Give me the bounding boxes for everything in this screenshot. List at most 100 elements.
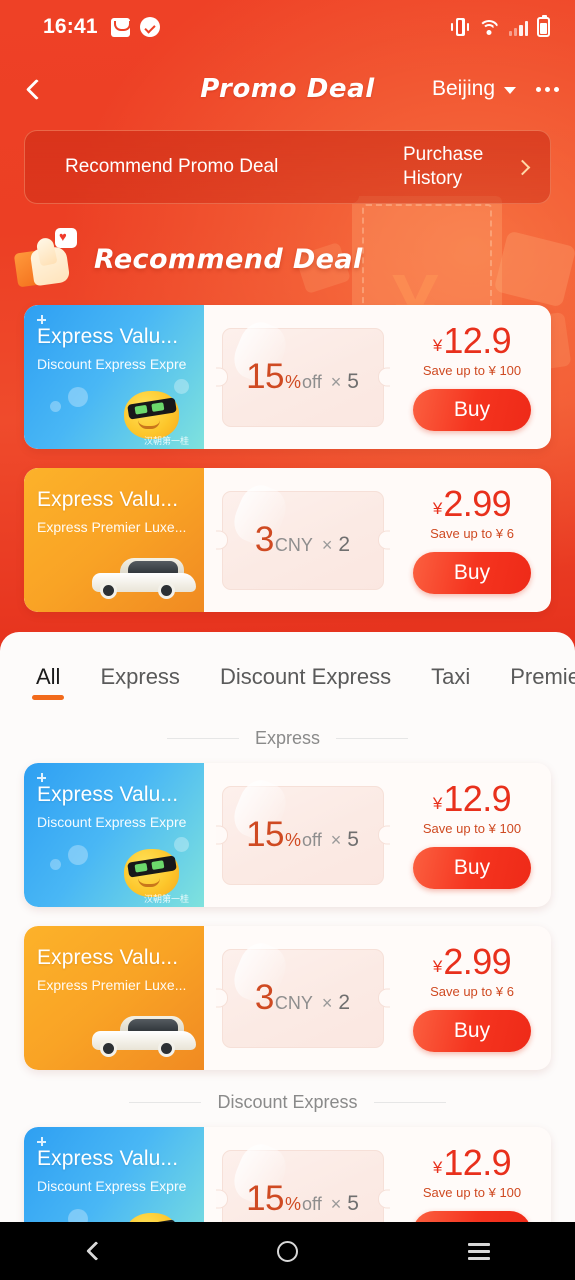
- tab-express[interactable]: Express: [100, 664, 179, 706]
- savings-text: Save up to ¥ 100: [422, 1185, 522, 1200]
- coupon-area: 15 % off × 5: [204, 763, 401, 907]
- deal-thumbnail: Express Valu... Discount Express Expre 汉…: [24, 305, 204, 449]
- coupon-unit-suffix: off: [302, 830, 322, 850]
- thumbnail-caption: 汉朝第一桂: [143, 894, 189, 904]
- vibrate-icon: [450, 18, 470, 36]
- deal-card[interactable]: Express Valu... Discount Express Expre 汉…: [24, 305, 551, 449]
- deals-sheet: All Express Discount Express Taxi Premie…: [0, 632, 575, 1280]
- city-selector[interactable]: Beijing: [432, 77, 495, 101]
- currency-symbol: ¥: [432, 336, 443, 355]
- wifi-icon: [478, 19, 500, 36]
- sparkle-icon: [37, 1137, 46, 1146]
- coupon-multiply-icon: ×: [321, 993, 333, 1013]
- deal-thumbnail: Express Valu... Express Premier Luxe...: [24, 468, 204, 612]
- coupon-value: 15: [246, 815, 285, 854]
- coupon-unit: %: [285, 1194, 302, 1214]
- recommend-deal-title: Recommend Deal: [94, 243, 363, 275]
- coupon-area: 3 CNY × 2: [204, 926, 401, 1070]
- category-tabs: All Express Discount Express Taxi Premie…: [0, 632, 575, 706]
- coupon-quantity: 5: [347, 828, 359, 851]
- tab-all[interactable]: All: [36, 664, 60, 706]
- thumbs-up-icon: [13, 227, 84, 288]
- buy-button[interactable]: Buy: [413, 389, 531, 431]
- nav-home-icon[interactable]: [192, 1240, 384, 1262]
- status-bar-left-icons: [110, 17, 160, 37]
- android-nav-bar: [0, 1222, 575, 1280]
- sparkle-icon: [37, 773, 46, 782]
- tab-taxi[interactable]: Taxi: [431, 664, 470, 706]
- tab-premier[interactable]: Premier: [510, 664, 575, 706]
- nav-back-icon[interactable]: [0, 1241, 192, 1261]
- deal-price: 12.9: [443, 778, 512, 819]
- coupon-unit: %: [285, 830, 302, 850]
- coupon-multiply-icon: ×: [330, 830, 342, 850]
- coupon-area: 15 % off × 5: [204, 305, 401, 449]
- coupon-ticket: 15 % off × 5: [221, 315, 384, 427]
- savings-text: Save up to ¥ 6: [430, 526, 514, 541]
- section-divider: Discount Express: [0, 1092, 575, 1113]
- status-bar-right-icons: [450, 15, 550, 37]
- price-area: ¥ 2.99 Save up to ¥ 6 Buy: [401, 926, 551, 1070]
- buy-button[interactable]: Buy: [413, 1010, 531, 1052]
- more-options-icon[interactable]: [536, 86, 559, 92]
- coupon-value: 15: [246, 357, 285, 396]
- mail-icon: [110, 17, 131, 37]
- coupon-value: 15: [246, 1179, 285, 1218]
- purchase-history-link[interactable]: Purchase History: [403, 143, 507, 191]
- deal-subtitle: Discount Express Expre: [37, 356, 187, 372]
- currency-symbol: ¥: [432, 957, 443, 976]
- coupon-value: 3: [254, 978, 274, 1017]
- deal-price: 12.9: [443, 320, 512, 361]
- deal-price: 12.9: [443, 1142, 512, 1183]
- nav-recents-icon[interactable]: [383, 1239, 575, 1264]
- decor-shape-1: [493, 230, 575, 308]
- recommend-deal-heading: Recommend Deal: [13, 227, 363, 290]
- coupon-quantity: 5: [347, 1192, 359, 1215]
- savings-text: Save up to ¥ 100: [422, 821, 522, 836]
- deal-thumbnail: Express Valu... Express Premier Luxe...: [24, 926, 204, 1070]
- sun-character-icon: 汉朝第一桂: [118, 845, 189, 904]
- deal-subtitle: Express Premier Luxe...: [37, 519, 187, 535]
- currency-symbol: ¥: [432, 794, 443, 813]
- tab-discount-express[interactable]: Discount Express: [220, 664, 391, 706]
- sparkle-icon: [37, 315, 46, 324]
- coupon-quantity: 2: [338, 991, 351, 1014]
- promo-banner[interactable]: Recommend Promo Deal Purchase History: [24, 130, 551, 204]
- savings-text: Save up to ¥ 100: [422, 363, 522, 378]
- deal-title: Express Valu...: [37, 488, 179, 511]
- price-area: ¥ 12.9 Save up to ¥ 100 Buy: [401, 305, 551, 449]
- buy-button[interactable]: Buy: [413, 847, 531, 889]
- chevron-down-icon[interactable]: [504, 87, 516, 94]
- buy-button[interactable]: Buy: [413, 552, 531, 594]
- deal-price: 2.99: [443, 941, 512, 982]
- price-area: ¥ 2.99 Save up to ¥ 6 Buy: [401, 468, 551, 612]
- coupon-multiply-icon: ×: [330, 372, 342, 392]
- check-circle-icon: [139, 17, 160, 37]
- section-label: Discount Express: [217, 1092, 358, 1112]
- thumbnail-caption: 汉朝第一桂: [143, 436, 189, 446]
- coupon-multiply-icon: ×: [321, 535, 333, 555]
- chevron-right-icon: [514, 159, 531, 175]
- price-area: ¥ 12.9 Save up to ¥ 100 Buy: [401, 763, 551, 907]
- deal-subtitle: Express Premier Luxe...: [37, 977, 187, 993]
- coupon-ticket: 15 % off × 5: [221, 773, 384, 885]
- deal-card[interactable]: Express Valu... Express Premier Luxe... …: [24, 926, 551, 1070]
- coupon-unit: %: [285, 372, 302, 392]
- car-icon: [86, 1016, 198, 1060]
- deal-subtitle: Discount Express Expre: [37, 814, 187, 830]
- section-label: Express: [254, 728, 321, 748]
- coupon-unit-suffix: off: [302, 372, 322, 392]
- deal-card[interactable]: Express Valu... Discount Express Expre 汉…: [24, 763, 551, 907]
- savings-text: Save up to ¥ 6: [430, 984, 514, 999]
- coupon-quantity: 2: [338, 533, 351, 556]
- status-bar-time: 16:41: [43, 15, 98, 38]
- app-header: Promo Deal Beijing: [0, 58, 575, 120]
- heart-icon: [55, 227, 77, 248]
- deal-card[interactable]: Express Valu... Express Premier Luxe... …: [24, 468, 551, 612]
- deal-thumbnail: Express Valu... Discount Express Expre 汉…: [24, 763, 204, 907]
- deal-title: Express Valu...: [37, 325, 179, 348]
- express-section-list: Express Valu... Discount Express Expre 汉…: [0, 763, 575, 1070]
- coupon-unit-suffix: off: [302, 1194, 322, 1214]
- back-chevron-icon[interactable]: [10, 63, 62, 115]
- coupon-ticket: 3 CNY × 2: [221, 478, 384, 590]
